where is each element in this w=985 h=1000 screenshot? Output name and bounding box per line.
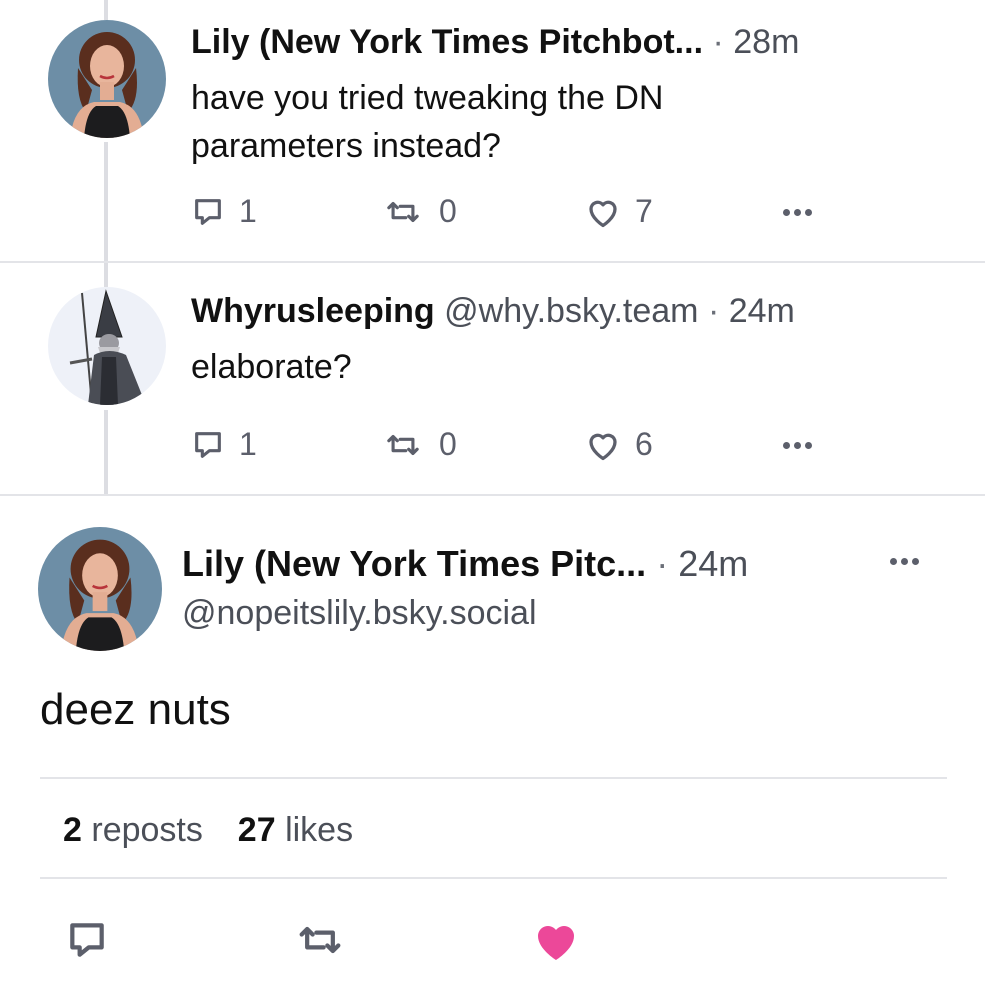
post-stats: 2 reposts 27 likes bbox=[63, 808, 353, 852]
heart-icon bbox=[589, 200, 617, 227]
timestamp[interactable]: 24m bbox=[729, 292, 795, 330]
author-handle[interactable]: @why.bsky.team bbox=[444, 292, 698, 330]
woman-portrait-avatar-icon bbox=[38, 527, 162, 651]
reply-button[interactable] bbox=[65, 918, 109, 967]
repost-count: 0 bbox=[439, 426, 457, 462]
divider bbox=[0, 494, 985, 496]
repost-count: 0 bbox=[439, 193, 457, 229]
avatar[interactable] bbox=[48, 287, 166, 405]
separator-dot: · bbox=[707, 292, 720, 330]
reply-post[interactable]: Lily (New York Times Pitchbot... · 28m h… bbox=[0, 0, 985, 262]
post-actions bbox=[0, 918, 985, 968]
divider bbox=[40, 877, 947, 879]
post-meta: Whyrusleeping @why.bsky.team · 24m bbox=[191, 291, 795, 331]
likes-label[interactable]: likes bbox=[285, 811, 353, 849]
reply-icon bbox=[195, 198, 221, 225]
repost-button[interactable]: 0 bbox=[381, 426, 457, 463]
post-text: elaborate? bbox=[191, 343, 352, 391]
like-button[interactable]: 7 bbox=[585, 193, 653, 230]
timestamp[interactable]: 28m bbox=[733, 23, 799, 61]
post-meta: Lily (New York Times Pitchbot... · 28m bbox=[191, 22, 799, 62]
avatar[interactable] bbox=[38, 527, 162, 651]
author-name[interactable]: Lily (New York Times Pitchbot... bbox=[191, 23, 703, 61]
avatar[interactable] bbox=[48, 20, 166, 138]
reply-icon bbox=[195, 431, 221, 458]
more-options-icon[interactable] bbox=[783, 209, 812, 216]
separator-dot: · bbox=[656, 543, 669, 584]
reply-count: 1 bbox=[239, 426, 257, 462]
post-actions: 1 0 7 bbox=[191, 193, 831, 233]
more-options-icon[interactable] bbox=[783, 442, 812, 449]
reply-count: 1 bbox=[239, 193, 257, 229]
repost-button[interactable] bbox=[292, 918, 348, 967]
heart-icon bbox=[589, 433, 617, 460]
post-meta: Lily (New York Times Pitc... · 24m bbox=[182, 542, 748, 586]
more-options-icon[interactable] bbox=[890, 558, 919, 565]
likes-count[interactable]: 27 bbox=[238, 811, 276, 849]
wizard-avatar-icon bbox=[48, 287, 166, 405]
post-text-line: parameters instead? bbox=[191, 127, 501, 165]
divider bbox=[40, 777, 947, 779]
separator-dot: · bbox=[712, 23, 724, 61]
like-button[interactable] bbox=[532, 918, 580, 967]
like-count: 6 bbox=[635, 426, 653, 462]
repost-button[interactable]: 0 bbox=[381, 193, 457, 230]
like-count: 7 bbox=[635, 193, 653, 229]
reply-icon bbox=[70, 923, 104, 957]
like-button[interactable]: 6 bbox=[585, 426, 653, 463]
reply-post[interactable]: Whyrusleeping @why.bsky.team · 24m elabo… bbox=[0, 263, 985, 495]
reply-button[interactable]: 1 bbox=[191, 426, 257, 463]
reposts-count[interactable]: 2 bbox=[63, 811, 82, 849]
heart-filled-icon bbox=[538, 926, 574, 960]
repost-icon bbox=[387, 201, 419, 222]
post-text-line: have you tried tweaking the DN bbox=[191, 79, 664, 117]
timestamp[interactable]: 24m bbox=[678, 543, 748, 584]
author-name[interactable]: Lily (New York Times Pitc... bbox=[182, 543, 646, 584]
repost-icon bbox=[299, 926, 341, 954]
reply-button[interactable]: 1 bbox=[191, 193, 257, 230]
repost-icon bbox=[387, 434, 419, 455]
post-text: deez nuts bbox=[40, 685, 231, 734]
post-text-line: elaborate? bbox=[191, 348, 352, 386]
author-handle[interactable]: @nopeitslily.bsky.social bbox=[182, 592, 537, 634]
post-text: have you tried tweaking the DN parameter… bbox=[191, 74, 663, 170]
author-name[interactable]: Whyrusleeping bbox=[191, 292, 435, 330]
post-actions: 1 0 6 bbox=[191, 426, 831, 466]
woman-portrait-avatar-icon bbox=[48, 20, 166, 138]
reposts-label[interactable]: reposts bbox=[91, 811, 203, 849]
